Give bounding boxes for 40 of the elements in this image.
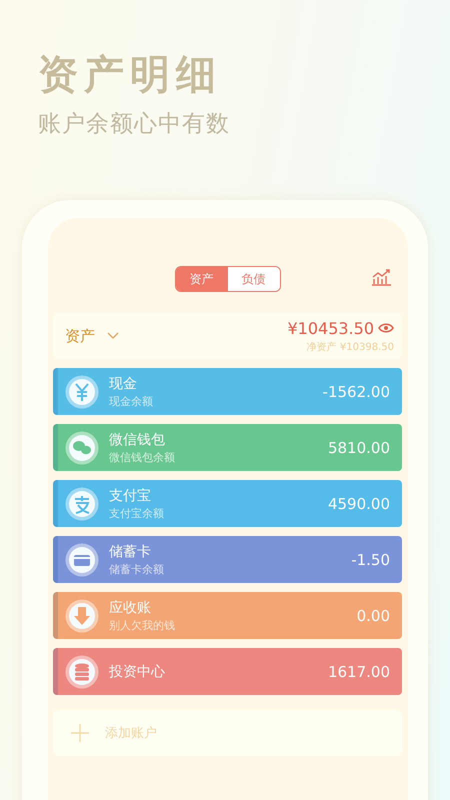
account-name: 储蓄卡: [109, 542, 152, 560]
tab[interactable]: 资产: [176, 267, 228, 291]
account-card[interactable]: 现金 现金余额 -1562.00: [53, 368, 402, 415]
account-note: 微信钱包余额: [109, 450, 176, 464]
headline-title: 资产明细: [38, 50, 223, 100]
account-card[interactable]: 微信钱包 微信钱包余额 5810.00: [53, 424, 402, 471]
account-name: 现金: [109, 374, 138, 392]
account-balance: -1.50: [351, 550, 390, 568]
account-name: 应收账: [109, 598, 152, 616]
chat-bubbles-icon: [65, 430, 99, 464]
tab[interactable]: 负债: [228, 267, 280, 291]
account-name: 投资中心: [109, 662, 166, 680]
chart-icon[interactable]: [370, 268, 392, 286]
add-account-button[interactable]: 添加账户: [53, 710, 402, 756]
plus-icon: [71, 724, 89, 742]
account-card[interactable]: 支付宝 支付宝余额 4590.00: [53, 480, 402, 527]
account-name: 微信钱包: [109, 430, 166, 448]
account-balance: 4590.00: [328, 494, 390, 512]
chevron-down-icon[interactable]: [107, 332, 119, 340]
net-assets: 净资产 ¥10398.50: [306, 340, 394, 354]
bank-card-icon: [65, 542, 99, 576]
account-card[interactable]: 储蓄卡 储蓄卡余额 -1.50: [53, 536, 402, 583]
total-amount: ¥10453.50: [287, 318, 374, 338]
account-name: 支付宝: [109, 486, 152, 504]
account-balance: 0.00: [356, 606, 390, 624]
account-note: 储蓄卡余额: [109, 562, 165, 576]
coin-stack-icon: [65, 654, 99, 688]
account-balance: 5810.00: [328, 438, 390, 456]
account-balance: 1617.00: [328, 662, 390, 680]
account-note: 支付宝余额: [109, 506, 165, 520]
yen-icon: [65, 374, 99, 408]
account-note: 现金余额: [109, 394, 154, 408]
zhi-glyph-icon: [65, 486, 99, 520]
account-balance: -1562.00: [322, 382, 390, 400]
account-card[interactable]: 投资中心 1617.00: [53, 648, 402, 695]
account-card[interactable]: 应收账 别人欠我的钱 0.00: [53, 592, 402, 639]
summary-label: 资产: [65, 326, 95, 346]
eye-icon[interactable]: [378, 322, 394, 334]
headline-subtitle: 账户余额心中有数: [38, 110, 231, 139]
account-note: 别人欠我的钱: [109, 618, 176, 632]
